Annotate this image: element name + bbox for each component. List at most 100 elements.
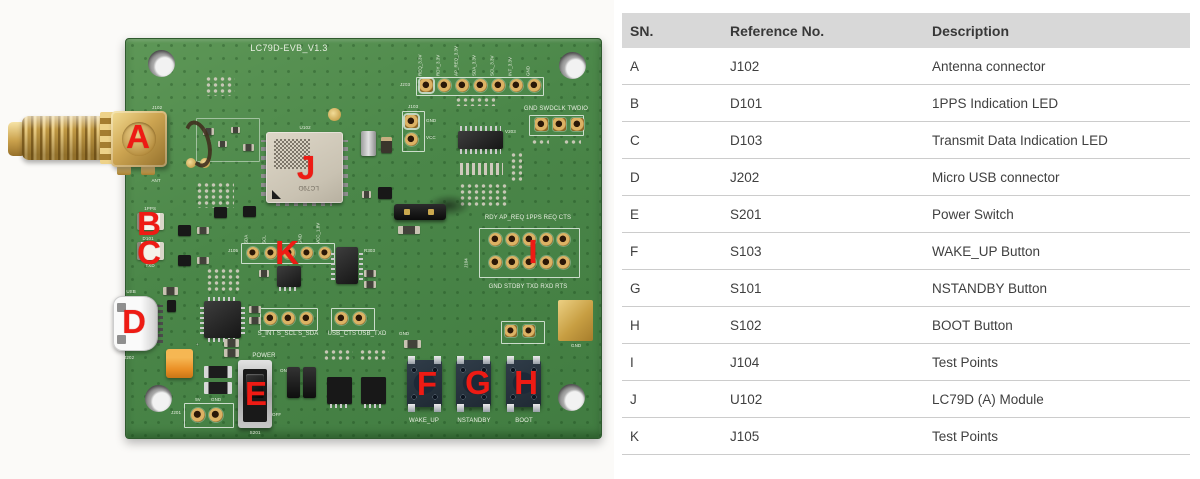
table-cell-sn: I xyxy=(622,355,730,370)
passive-component xyxy=(224,339,239,347)
silkscreen-u102: U102 xyxy=(300,126,311,131)
silkscreen-j103-gnd: GND xyxy=(426,119,436,124)
pin-label: SCL_3.3V xyxy=(491,55,496,76)
marker-e: E xyxy=(245,375,267,413)
table-cell-ref: S101 xyxy=(730,281,932,296)
marker-a: A xyxy=(126,118,150,156)
ic-pins xyxy=(208,297,237,301)
test-point-hole xyxy=(523,325,535,337)
table-cell-sn: H xyxy=(622,318,730,333)
ic-pins xyxy=(460,149,501,154)
silkscreen-j104: J104 xyxy=(465,258,470,268)
test-point-hole xyxy=(247,247,259,259)
pin-label: SCL xyxy=(263,235,268,244)
table-cell-sn: D xyxy=(622,170,730,185)
silkscreen-usb: USB xyxy=(126,290,136,295)
transistor xyxy=(243,206,256,217)
test-point-hole xyxy=(535,118,548,131)
passive-component xyxy=(362,191,371,198)
pin-label: INT_3.3V xyxy=(509,57,514,76)
test-point-hole xyxy=(553,118,566,131)
passive-component xyxy=(218,141,227,147)
resistor-cluster xyxy=(455,97,495,106)
pin-label: GND xyxy=(527,66,532,76)
ic-pins xyxy=(279,287,299,291)
test-point-hole xyxy=(506,233,519,246)
table-header-row: SN. Reference No. Description xyxy=(622,13,1190,48)
j204-test-points xyxy=(335,312,366,325)
pin-label: VCC_1.8V xyxy=(317,223,322,244)
test-point-hole xyxy=(282,312,295,325)
diode-component xyxy=(381,137,392,153)
ic-u204-qfp xyxy=(204,301,241,338)
table-cell-ref: J202 xyxy=(730,170,932,185)
table-row: BD1011PPS Indication LED xyxy=(622,85,1190,122)
capacitor xyxy=(303,367,316,398)
j203-header xyxy=(420,79,541,92)
table-row: CD103Transmit Data Indication LED xyxy=(622,122,1190,159)
pin-label: SDA_3.3V xyxy=(473,55,478,76)
button-terminal xyxy=(533,404,540,412)
table-row: KJ105Test Points xyxy=(622,418,1190,455)
passive-component xyxy=(398,226,420,234)
test-point-hole xyxy=(420,79,433,92)
test-point-hole xyxy=(505,325,517,337)
silkscreen-boot: BOOT xyxy=(515,418,532,424)
passive-component xyxy=(364,281,376,288)
passive-component xyxy=(163,287,178,295)
table-cell-sn: C xyxy=(622,133,730,148)
passive-component xyxy=(231,127,240,133)
passive-component xyxy=(249,317,261,324)
button-terminal xyxy=(533,356,540,364)
ic-pins xyxy=(331,250,335,280)
table-cell-ref: U102 xyxy=(730,392,932,407)
test-point-hole xyxy=(438,79,451,92)
table-header-sn: SN. xyxy=(622,23,730,39)
mounting-hole xyxy=(145,385,172,412)
silkscreen-ant: ANT xyxy=(151,179,160,184)
button-terminal xyxy=(434,404,441,412)
test-point-hole xyxy=(489,233,502,246)
table-cell-desc: LC79D (A) Module xyxy=(932,392,1190,407)
ic-pins xyxy=(330,404,349,408)
resistor-cluster xyxy=(359,349,389,361)
pin-label: RDY_3.3V xyxy=(437,55,442,76)
silkscreen-j104-top: RDY AP_REQ 1PPS REQ CTS xyxy=(485,215,571,221)
button-terminal xyxy=(457,356,464,364)
j107-test-points xyxy=(505,325,535,337)
ic-pins xyxy=(364,404,383,408)
j201-test-points xyxy=(191,408,223,422)
ic-r303 xyxy=(336,247,358,284)
silkscreen-j103: J103 xyxy=(408,105,418,110)
silkscreen-nstandby: NSTANDBY xyxy=(457,418,490,424)
mounting-hole xyxy=(559,52,586,79)
table-cell-desc: Micro USB connector xyxy=(932,170,1190,185)
silkscreen-r303: R303 xyxy=(364,249,375,254)
resistor-cluster xyxy=(510,152,522,182)
table-cell-desc: Test Points xyxy=(932,355,1190,370)
table-cell-sn: G xyxy=(622,281,730,296)
button-terminal xyxy=(408,404,415,412)
pin-label: AP_REQ_3.3V xyxy=(455,46,460,76)
capacitor xyxy=(361,131,376,156)
table-cell-sn: K xyxy=(622,429,730,444)
test-point-hole xyxy=(489,256,502,269)
ic-pins xyxy=(200,305,204,334)
pin-label: GND xyxy=(299,234,304,244)
table-row: FS103WAKE_UP Button xyxy=(622,233,1190,270)
button-terminal xyxy=(408,356,415,364)
table-cell-sn: B xyxy=(622,96,730,111)
table-cell-sn: F xyxy=(622,244,730,259)
passive-component xyxy=(197,227,209,234)
resistor-cluster xyxy=(323,349,353,361)
marker-c: C xyxy=(137,234,161,272)
swd-header xyxy=(535,118,584,131)
transistor xyxy=(178,255,191,266)
capacitor xyxy=(287,367,300,398)
passive-component xyxy=(364,270,376,277)
table-cell-ref: J104 xyxy=(730,355,932,370)
j301-test-points xyxy=(264,312,313,325)
test-point-hole xyxy=(264,312,277,325)
passive-component xyxy=(224,349,239,357)
silkscreen-j104-bottom: GND STDBY TXD RXD RTS xyxy=(489,284,568,290)
